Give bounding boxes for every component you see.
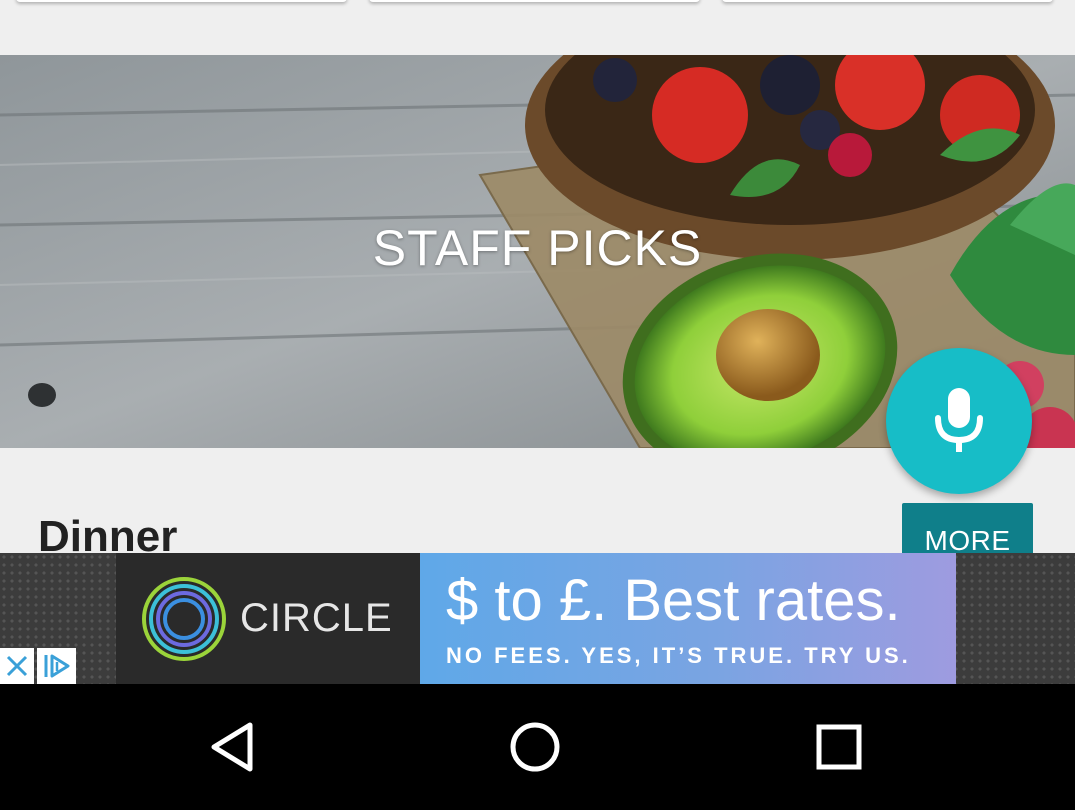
microphone-icon [935, 388, 983, 452]
nav-back-button[interactable] [193, 714, 273, 780]
back-triangle-icon [211, 722, 253, 772]
top-card[interactable] [16, 0, 347, 2]
ad-brand-name: CIRCLE [240, 596, 393, 640]
ad-close-button[interactable] [0, 648, 34, 684]
ad-headline: $ to £. Best rates. [446, 568, 901, 633]
close-icon [6, 655, 28, 677]
ad-brand-panel[interactable]: CIRCLE [116, 553, 420, 684]
top-card[interactable] [369, 0, 700, 2]
nav-recents-button[interactable] [799, 714, 879, 780]
nav-home-button[interactable] [495, 714, 575, 780]
adchoices-icon [44, 654, 69, 678]
voice-search-button[interactable] [886, 348, 1032, 494]
home-circle-icon [510, 722, 560, 772]
ad-subline: NO FEES. YES, IT’S TRUE. TRY US. [446, 643, 911, 668]
top-card[interactable] [722, 0, 1053, 2]
circle-logo-icon [142, 576, 226, 661]
system-navigation-bar [0, 684, 1075, 810]
ad-message-panel[interactable]: $ to £. Best rates. NO FEES. YES, IT’S T… [420, 553, 956, 684]
app-screen: STAFF PICKS Dinner MORE CIRCLE $ to £. B… [0, 0, 1075, 810]
adchoices-button[interactable] [37, 648, 76, 684]
recents-square-icon [816, 724, 862, 770]
